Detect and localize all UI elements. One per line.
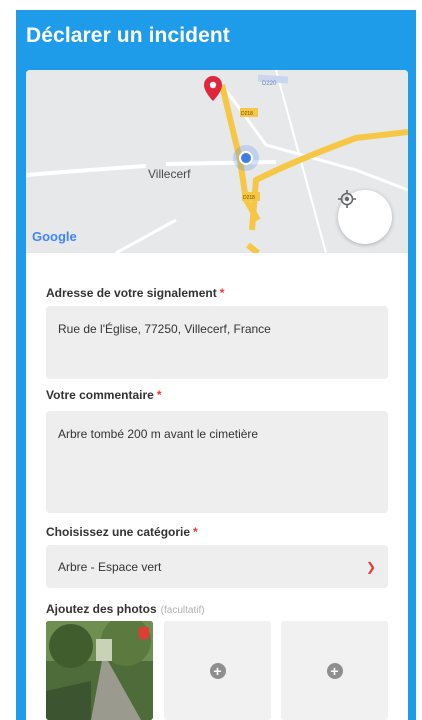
photos-label-text: Ajoutez des photos [46,602,157,616]
chevron-down-icon: ❯ [365,559,376,574]
comment-label: Votre commentaire * [46,388,161,402]
required-mark: * [156,388,162,402]
road-label: D220 [262,81,277,87]
add-photo-button[interactable]: + [164,621,271,720]
category-selected-value: Arbre - Espace vert [58,559,162,574]
road-label: D218 [241,111,253,117]
photo-thumbnail[interactable] [46,621,153,720]
locate-me-button[interactable] [338,190,392,244]
delete-photo-icon[interactable] [139,627,149,639]
map-town-label: Villecerf [148,167,191,181]
address-label-text: Adresse de votre signalement [46,286,217,300]
incident-form-card: D220 D218 D218 Villecerf Google Adresse … [26,70,408,720]
google-logo: Google [32,229,77,244]
target-icon [338,190,356,208]
category-select[interactable]: Arbre - Espace vert ❯ [46,545,388,588]
plus-icon: + [326,662,343,679]
comment-label-text: Votre commentaire [46,388,154,402]
add-photo-button[interactable]: + [281,621,388,720]
current-location-icon [233,145,259,171]
photo-image [46,621,153,720]
category-label: Choisissez une catégorie * [46,525,198,539]
required-mark: * [193,525,198,539]
address-field[interactable]: Rue de l'Église, 77250, Villecerf, Franc… [46,306,388,379]
map-view[interactable]: D220 D218 D218 Villecerf Google [26,70,408,253]
road-label: D218 [243,195,255,201]
plus-icon: + [209,662,226,679]
address-label: Adresse de votre signalement * [46,286,224,300]
app-panel: Déclarer un incident D220 D218 D218 Vill… [16,10,416,720]
category-label-text: Choisissez une catégorie [46,525,191,539]
optional-note: (facultatif) [160,605,205,616]
photos-label: Ajoutez des photos (facultatif) [46,602,205,616]
page-title: Déclarer un incident [26,24,230,47]
comment-textarea[interactable]: Arbre tombé 200 m avant le cimetière [46,411,388,513]
required-mark: * [219,286,225,300]
